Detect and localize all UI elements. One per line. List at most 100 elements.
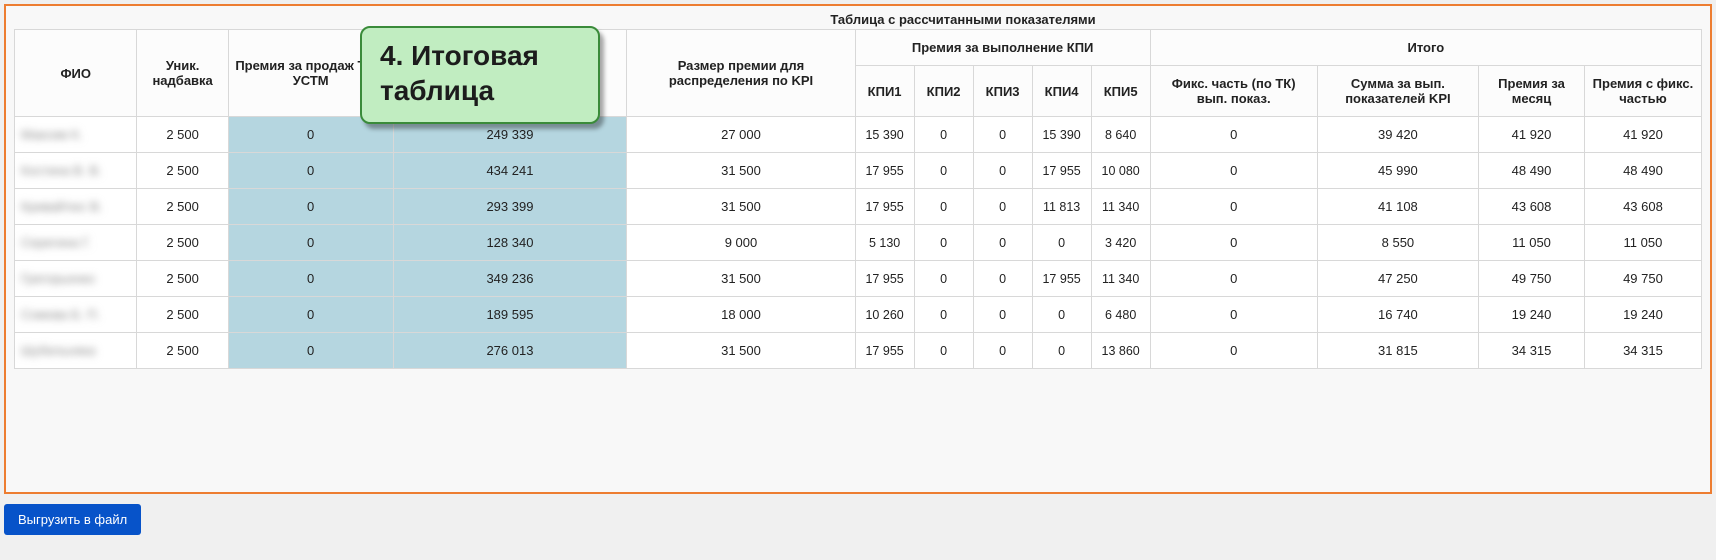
- table-cell: 34 315: [1584, 333, 1701, 369]
- table-cell: 16 740: [1317, 297, 1478, 333]
- table-cell: 10 260: [855, 297, 914, 333]
- table-row: Шубельняка2 5000276 01331 50017 95500013…: [15, 333, 1702, 369]
- col-kpi4: КПИ4: [1032, 66, 1091, 117]
- table-cell: 43 608: [1584, 189, 1701, 225]
- table-cell: 11 340: [1091, 261, 1150, 297]
- table-cell: 0: [1150, 297, 1317, 333]
- table-cell: 48 490: [1584, 153, 1701, 189]
- table-cell: 11 340: [1091, 189, 1150, 225]
- table-cell: 128 340: [393, 225, 627, 261]
- col-razmer: Размер премии для распределения по KPI: [627, 30, 855, 117]
- table-cell: 8 550: [1317, 225, 1478, 261]
- table-cell: 17 955: [1032, 153, 1091, 189]
- table-cell: 17 955: [1032, 261, 1091, 297]
- table-cell: 27 000: [627, 117, 855, 153]
- table-cell: 45 990: [1317, 153, 1478, 189]
- table-cell: 0: [228, 117, 393, 153]
- table-cell: 0: [1150, 189, 1317, 225]
- table-cell: 43 608: [1479, 189, 1585, 225]
- table-row: Сомова Б. П.2 5000189 59518 00010 260000…: [15, 297, 1702, 333]
- table-cell: 0: [914, 117, 973, 153]
- table-cell: 10 080: [1091, 153, 1150, 189]
- table-cell: 0: [914, 261, 973, 297]
- table-cell: 17 955: [855, 189, 914, 225]
- table-cell: 189 595: [393, 297, 627, 333]
- table-cell: 48 490: [1479, 153, 1585, 189]
- col-premfix: Премия с фикс. частью: [1584, 66, 1701, 117]
- table-cell: 0: [973, 333, 1032, 369]
- table-cell: 34 315: [1479, 333, 1585, 369]
- table-panel: Таблица с рассчитанными показателями 4. …: [4, 4, 1712, 494]
- table-row: Грегорьенко2 5000349 23631 50017 9550017…: [15, 261, 1702, 297]
- table-cell: 2 500: [137, 225, 228, 261]
- table-cell: 6 480: [1091, 297, 1150, 333]
- col-hidden: [393, 30, 627, 117]
- table-cell: 0: [973, 225, 1032, 261]
- table-cell: 0: [1150, 261, 1317, 297]
- cell-fio: Грегорьенко: [15, 261, 137, 297]
- table-cell: 41 920: [1479, 117, 1585, 153]
- table-cell: 31 500: [627, 189, 855, 225]
- table-cell: 15 390: [1032, 117, 1091, 153]
- table-row: Серегина Г.2 5000128 3409 0005 1300003 4…: [15, 225, 1702, 261]
- table-cell: 276 013: [393, 333, 627, 369]
- table-cell: 0: [1150, 225, 1317, 261]
- table-cell: 41 920: [1584, 117, 1701, 153]
- cell-fio: Серегина Г.: [15, 225, 137, 261]
- table-cell: 2 500: [137, 189, 228, 225]
- table-cell: 41 108: [1317, 189, 1478, 225]
- table-cell: 49 750: [1479, 261, 1585, 297]
- table-cell: 0: [973, 153, 1032, 189]
- table-cell: 47 250: [1317, 261, 1478, 297]
- table-cell: 0: [1150, 333, 1317, 369]
- col-premmon: Премия за месяц: [1479, 66, 1585, 117]
- col-fiks: Фикс. часть (по ТК) вып. показ.: [1150, 66, 1317, 117]
- table-cell: 11 050: [1479, 225, 1585, 261]
- table-cell: 0: [1150, 117, 1317, 153]
- cell-fio: Костина В. В.: [15, 153, 137, 189]
- table-cell: 0: [914, 153, 973, 189]
- colgroup-itogo: Итого: [1150, 30, 1701, 66]
- col-kpi1: КПИ1: [855, 66, 914, 117]
- table-cell: 0: [1150, 153, 1317, 189]
- table-cell: 49 750: [1584, 261, 1701, 297]
- col-sumkpi: Сумма за вып. показателей KPI: [1317, 66, 1478, 117]
- table-cell: 0: [973, 117, 1032, 153]
- export-button[interactable]: Выгрузить в файл: [4, 504, 141, 535]
- table-cell: 0: [914, 225, 973, 261]
- table-cell: 31 815: [1317, 333, 1478, 369]
- table-cell: 249 339: [393, 117, 627, 153]
- table-cell: 39 420: [1317, 117, 1478, 153]
- table-cell: 13 860: [1091, 333, 1150, 369]
- table-cell: 0: [1032, 297, 1091, 333]
- col-kpi5: КПИ5: [1091, 66, 1150, 117]
- table-row: Кривайтюс В.2 5000293 39931 50017 955001…: [15, 189, 1702, 225]
- table-cell: 11 813: [1032, 189, 1091, 225]
- table-cell: 19 240: [1584, 297, 1701, 333]
- cell-fio: Максим К.: [15, 117, 137, 153]
- table-cell: 17 955: [855, 333, 914, 369]
- table-cell: 0: [973, 297, 1032, 333]
- table-row: Максим К.2 5000249 33927 00015 3900015 3…: [15, 117, 1702, 153]
- col-kpi3: КПИ3: [973, 66, 1032, 117]
- table-cell: 293 399: [393, 189, 627, 225]
- table-cell: 18 000: [627, 297, 855, 333]
- col-unik: Уник. надбавка: [137, 30, 228, 117]
- table-cell: 19 240: [1479, 297, 1585, 333]
- table-cell: 9 000: [627, 225, 855, 261]
- col-premtd: Премия за продаж ТД и УСТМ: [228, 30, 393, 117]
- col-fio: ФИО: [15, 30, 137, 117]
- cell-fio: Сомова Б. П.: [15, 297, 137, 333]
- table-cell: 17 955: [855, 261, 914, 297]
- table-cell: 434 241: [393, 153, 627, 189]
- table-cell: 0: [1032, 225, 1091, 261]
- table-cell: 0: [914, 333, 973, 369]
- table-cell: 0: [228, 153, 393, 189]
- table-cell: 0: [914, 297, 973, 333]
- colgroup-kpi: Премия за выполнение КПИ: [855, 30, 1150, 66]
- table-cell: 0: [228, 225, 393, 261]
- table-cell: 349 236: [393, 261, 627, 297]
- table-cell: 0: [228, 261, 393, 297]
- table-cell: 0: [228, 333, 393, 369]
- table-cell: 31 500: [627, 261, 855, 297]
